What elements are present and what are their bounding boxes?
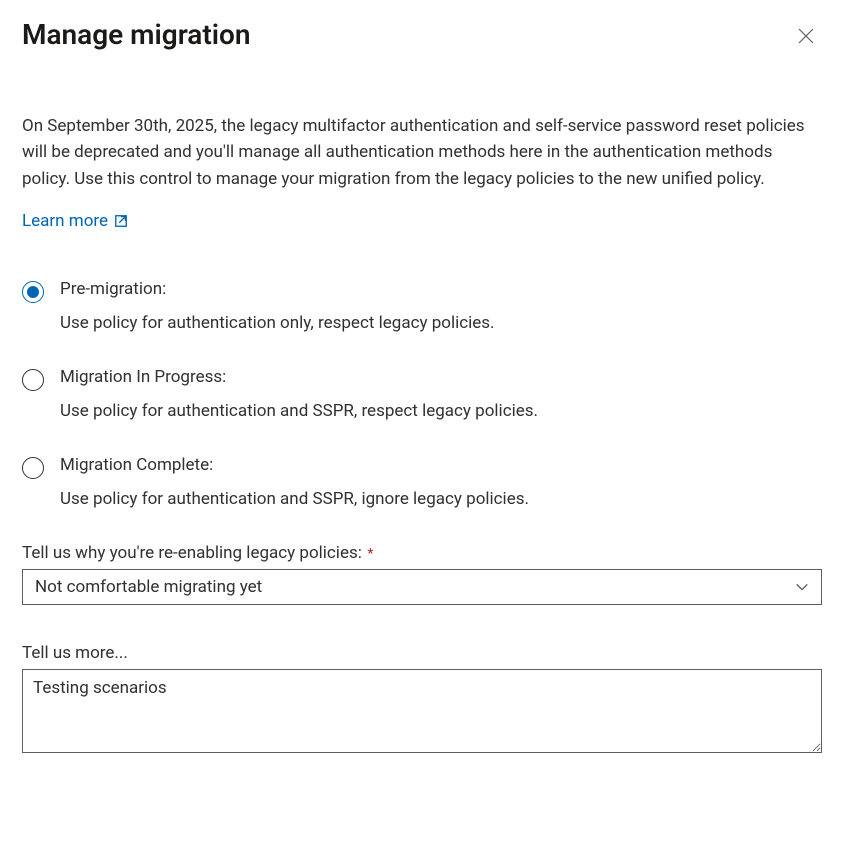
more-textarea[interactable] [22, 669, 822, 753]
close-button[interactable] [790, 20, 822, 55]
radio-selected-dot [27, 286, 39, 298]
radio-label-in-progress[interactable]: Migration In Progress: [60, 367, 822, 387]
external-link-icon [114, 214, 128, 228]
description-text: On September 30th, 2025, the legacy mult… [22, 113, 822, 192]
radio-option-in-progress: Migration In Progress: Use policy for au… [22, 367, 822, 421]
radio-sub-pre-migration: Use policy for authentication only, resp… [60, 313, 822, 333]
close-icon [798, 28, 814, 44]
radio-in-progress[interactable] [22, 369, 44, 391]
radio-sub-in-progress: Use policy for authentication and SSPR, … [60, 401, 822, 421]
page-title: Manage migration [22, 18, 251, 51]
reason-field-block: Tell us why you're re-enabling legacy po… [22, 543, 822, 605]
more-field-label: Tell us more... [22, 643, 822, 663]
learn-more-label: Learn more [22, 211, 108, 231]
learn-more-link[interactable]: Learn more [22, 211, 128, 231]
reason-dropdown-value: Not comfortable migrating yet [35, 577, 262, 597]
migration-radio-group: Pre-migration: Use policy for authentica… [22, 279, 822, 509]
radio-option-pre-migration: Pre-migration: Use policy for authentica… [22, 279, 822, 333]
chevron-down-icon [795, 580, 809, 594]
radio-complete[interactable] [22, 457, 44, 479]
radio-pre-migration[interactable] [22, 281, 44, 303]
more-field-block: Tell us more... [22, 643, 822, 757]
reason-dropdown[interactable]: Not comfortable migrating yet [22, 569, 822, 605]
radio-label-complete[interactable]: Migration Complete: [60, 455, 822, 475]
reason-field-label: Tell us why you're re-enabling legacy po… [22, 543, 362, 563]
radio-label-pre-migration[interactable]: Pre-migration: [60, 279, 822, 299]
radio-option-complete: Migration Complete: Use policy for authe… [22, 455, 822, 509]
radio-sub-complete: Use policy for authentication and SSPR, … [60, 489, 822, 509]
required-marker: * [367, 546, 373, 562]
